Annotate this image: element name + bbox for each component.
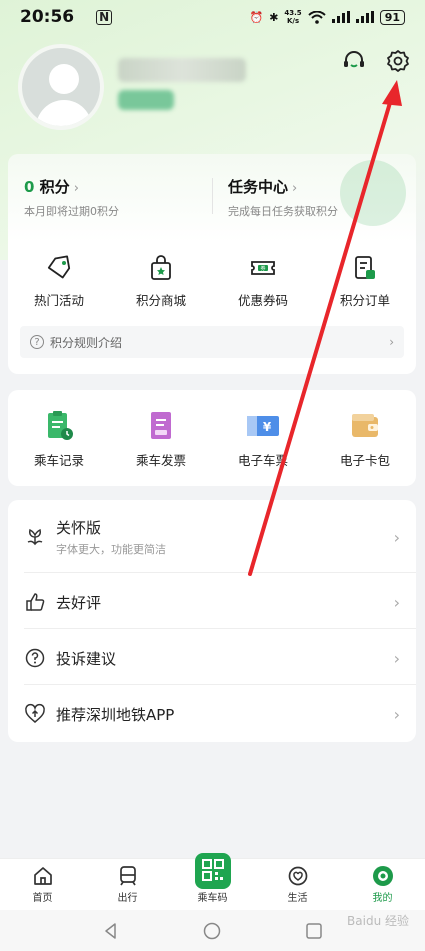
tab-travel[interactable]: 出行	[85, 859, 170, 910]
e-card-wallet[interactable]: 电子卡包	[314, 410, 416, 469]
invoice-icon	[151, 412, 171, 439]
tab-life[interactable]: 生活	[255, 859, 340, 910]
status-time: 20:56	[20, 7, 75, 27]
wifi-icon	[308, 10, 326, 24]
chevron-right-icon: ›	[393, 592, 400, 612]
back-icon[interactable]	[102, 922, 120, 940]
points-rules-link[interactable]: ? 积分规则介绍 ›	[20, 326, 404, 358]
settings-gear-icon[interactable]	[385, 48, 411, 74]
qr-code-icon	[194, 853, 231, 889]
order-icon	[355, 256, 375, 279]
menu-item-rate-us[interactable]: 去好评 ›	[8, 582, 416, 622]
svg-text:¥: ¥	[263, 420, 272, 434]
user-tag-blurred	[118, 90, 174, 110]
divider	[24, 628, 416, 629]
coupon-icon: 券	[251, 261, 275, 275]
question-icon: ?	[30, 335, 44, 349]
train-icon	[119, 866, 136, 886]
menu-item-feedback[interactable]: 投诉建议 ›	[8, 638, 416, 678]
ride-record[interactable]: 乘车记录	[8, 410, 110, 469]
network-speed: 43.5 K/s	[284, 9, 302, 25]
signal-icon	[355, 11, 374, 23]
chevron-right-icon: ›	[393, 527, 400, 547]
task-center-title: 任务中心	[228, 178, 289, 196]
quick-actions: 热门活动 积分商城 券 优惠券码 积分订单	[8, 254, 416, 309]
avatar[interactable]	[18, 44, 104, 130]
status-indicators: ⏰ ✱ 43.5 K/s 91	[249, 9, 405, 25]
recents-icon[interactable]	[305, 922, 323, 940]
tag-icon	[47, 255, 71, 279]
home-circle-icon[interactable]	[203, 922, 221, 940]
tab-mine[interactable]: 我的	[340, 859, 425, 910]
alarm-icon: ⏰	[249, 10, 264, 24]
battery-indicator: 91	[379, 9, 405, 25]
points-card: 0 积分 › 本月即将过期0积分 任务中心 › 完成每日任务获取积分 热门活动 积分…	[8, 154, 416, 374]
quick-action-coupons[interactable]: 券 优惠券码	[212, 254, 314, 309]
svg-text:券: 券	[260, 265, 265, 272]
points-count: 0	[24, 178, 35, 196]
chevron-right-icon: ›	[389, 335, 394, 349]
task-center-sub: 完成每日任务获取积分	[228, 205, 338, 218]
user-name-blurred	[118, 58, 246, 82]
ride-record-icon	[48, 411, 73, 440]
divider	[24, 684, 416, 685]
points-expire-note: 本月即将过期0积分	[24, 205, 119, 218]
points-summary[interactable]: 0 积分 › 本月即将过期0积分	[24, 176, 119, 219]
customer-service-icon[interactable]	[341, 48, 367, 74]
nfc-badge: N	[96, 9, 113, 25]
bottom-tab-bar: 首页 出行 乘车码 生活 我的	[0, 853, 425, 910]
chevron-right-icon: ›	[393, 648, 400, 668]
shopping-bag-icon	[151, 255, 171, 280]
task-center[interactable]: 任务中心 › 完成每日任务获取积分	[228, 176, 338, 219]
tab-ride-code[interactable]: 乘车码	[170, 853, 255, 910]
coin-decoration	[340, 160, 406, 226]
status-bar: 20:56 N ⏰ ✱ 43.5 K/s 91	[0, 0, 425, 34]
signal-icon	[331, 11, 350, 23]
quick-action-points-mall[interactable]: 积分商城	[110, 254, 212, 309]
bluetooth-icon: ✱	[269, 10, 279, 24]
ride-invoice[interactable]: 乘车发票	[110, 410, 212, 469]
divider	[212, 178, 213, 214]
life-icon	[288, 866, 307, 886]
tab-home[interactable]: 首页	[0, 859, 85, 910]
quick-action-hot-events[interactable]: 热门活动	[8, 254, 110, 309]
chevron-right-icon: ›	[292, 181, 298, 196]
chevron-right-icon: ›	[393, 704, 400, 724]
e-ticket-icon: ¥	[247, 416, 279, 436]
settings-menu-card: 关怀版 字体更大，功能更简洁 › 去好评 › 投诉建议 › 推荐深圳地铁APP …	[8, 500, 416, 742]
card-wallet-icon	[352, 414, 378, 437]
ride-services-card: 乘车记录 乘车发票 ¥ 电子车票 电子卡包	[8, 390, 416, 486]
divider	[24, 572, 416, 573]
thumbs-up-icon	[26, 593, 45, 611]
menu-item-care-mode[interactable]: 关怀版 字体更大，功能更简洁 ›	[8, 516, 416, 558]
flower-icon	[27, 528, 43, 546]
heart-share-icon	[25, 703, 45, 723]
e-ticket[interactable]: ¥ 电子车票	[212, 410, 314, 469]
points-rules-label: 积分规则介绍	[50, 335, 123, 350]
quick-action-points-orders[interactable]: 积分订单	[314, 254, 416, 309]
watermark: Baidu 经验	[347, 914, 409, 928]
chevron-right-icon: ›	[73, 181, 79, 196]
question-icon	[25, 648, 45, 668]
profile-icon	[372, 866, 393, 886]
points-label: 积分	[39, 178, 70, 196]
menu-item-recommend-app[interactable]: 推荐深圳地铁APP ›	[8, 694, 416, 734]
home-icon	[33, 867, 52, 885]
